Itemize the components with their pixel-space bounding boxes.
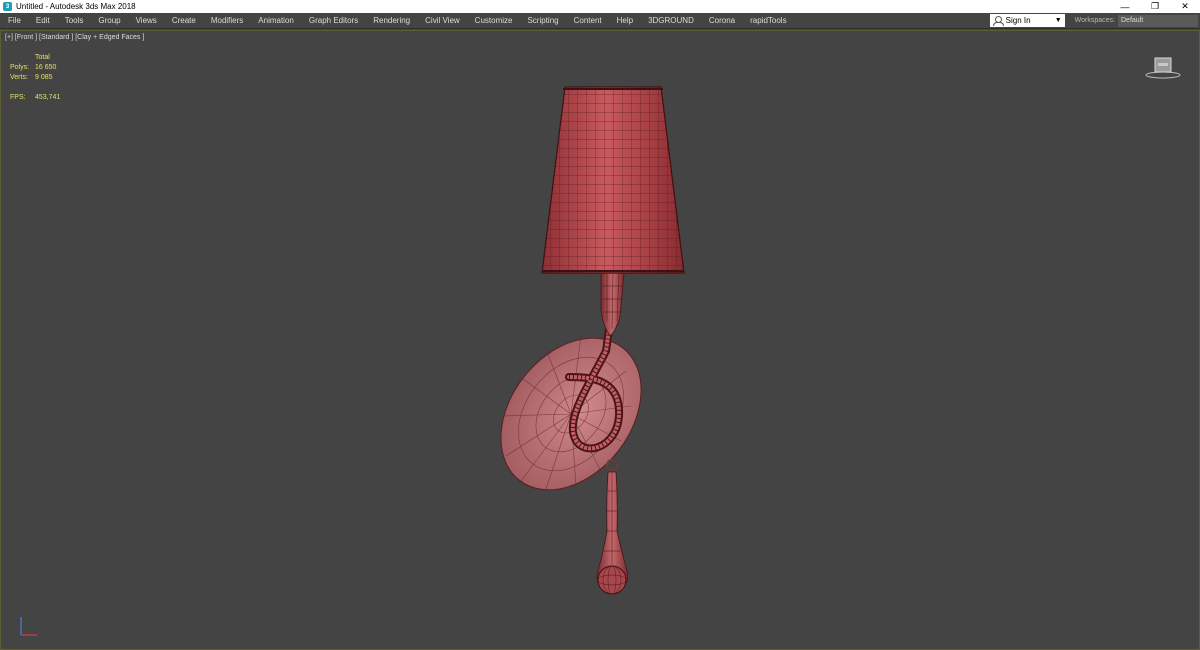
scene-model[interactable] (1, 31, 1199, 649)
workspaces-label: Workspaces: (1074, 17, 1115, 24)
menu-bar: File Edit Tools Group Views Create Modif… (0, 13, 1200, 29)
menu-edit[interactable]: Edit (28, 13, 57, 29)
window-controls: — ❐ ✕ (1110, 0, 1200, 13)
app-icon: 3 (3, 2, 12, 11)
workspace-select[interactable]: Default (1118, 14, 1198, 27)
menu-tools[interactable]: Tools (57, 13, 91, 29)
menu-file[interactable]: File (0, 13, 28, 29)
menu-help[interactable]: Help (609, 13, 640, 29)
user-icon (992, 16, 1004, 26)
window-title: Untitled - Autodesk 3ds Max 2018 (16, 2, 136, 11)
title-bar: 3 Untitled - Autodesk 3ds Max 2018 — ❐ ✕ (0, 0, 1200, 13)
menu-scripting[interactable]: Scripting (519, 13, 565, 29)
menu-rendering[interactable]: Rendering (365, 13, 417, 29)
close-button[interactable]: ✕ (1170, 0, 1200, 13)
menu-rapidtools[interactable]: rapidTools (742, 13, 793, 29)
menu-content[interactable]: Content (566, 13, 609, 29)
chevron-down-icon: ▼ (1054, 17, 1062, 24)
menu-corona[interactable]: Corona (701, 13, 742, 29)
pendant-drop (596, 471, 629, 595)
minimize-button[interactable]: — (1110, 0, 1140, 13)
axis-gizmo-icon (20, 617, 37, 636)
menu-animation[interactable]: Animation (250, 13, 301, 29)
menu-civil-view[interactable]: Civil View (417, 13, 467, 29)
restore-button[interactable]: ❐ (1140, 0, 1170, 13)
menu-modifiers[interactable]: Modifiers (203, 13, 250, 29)
front-viewport[interactable]: [+] [Front ] [Standard ] [Clay + Edged F… (0, 30, 1200, 650)
menu-group[interactable]: Group (90, 13, 127, 29)
menu-3dground[interactable]: 3DGROUND (640, 13, 701, 29)
hanger-ring (606, 459, 618, 471)
menu-create[interactable]: Create (164, 13, 203, 29)
sign-in-label: Sign In (1005, 16, 1031, 25)
menu-items: File Edit Tools Group Views Create Modif… (0, 13, 990, 29)
sign-in-dropdown[interactable]: Sign In ▼ (989, 14, 1065, 27)
menu-graph-editors[interactable]: Graph Editors (301, 13, 365, 29)
lamp-shade (541, 86, 685, 274)
menu-views[interactable]: Views (128, 13, 164, 29)
menu-customize[interactable]: Customize (467, 13, 520, 29)
